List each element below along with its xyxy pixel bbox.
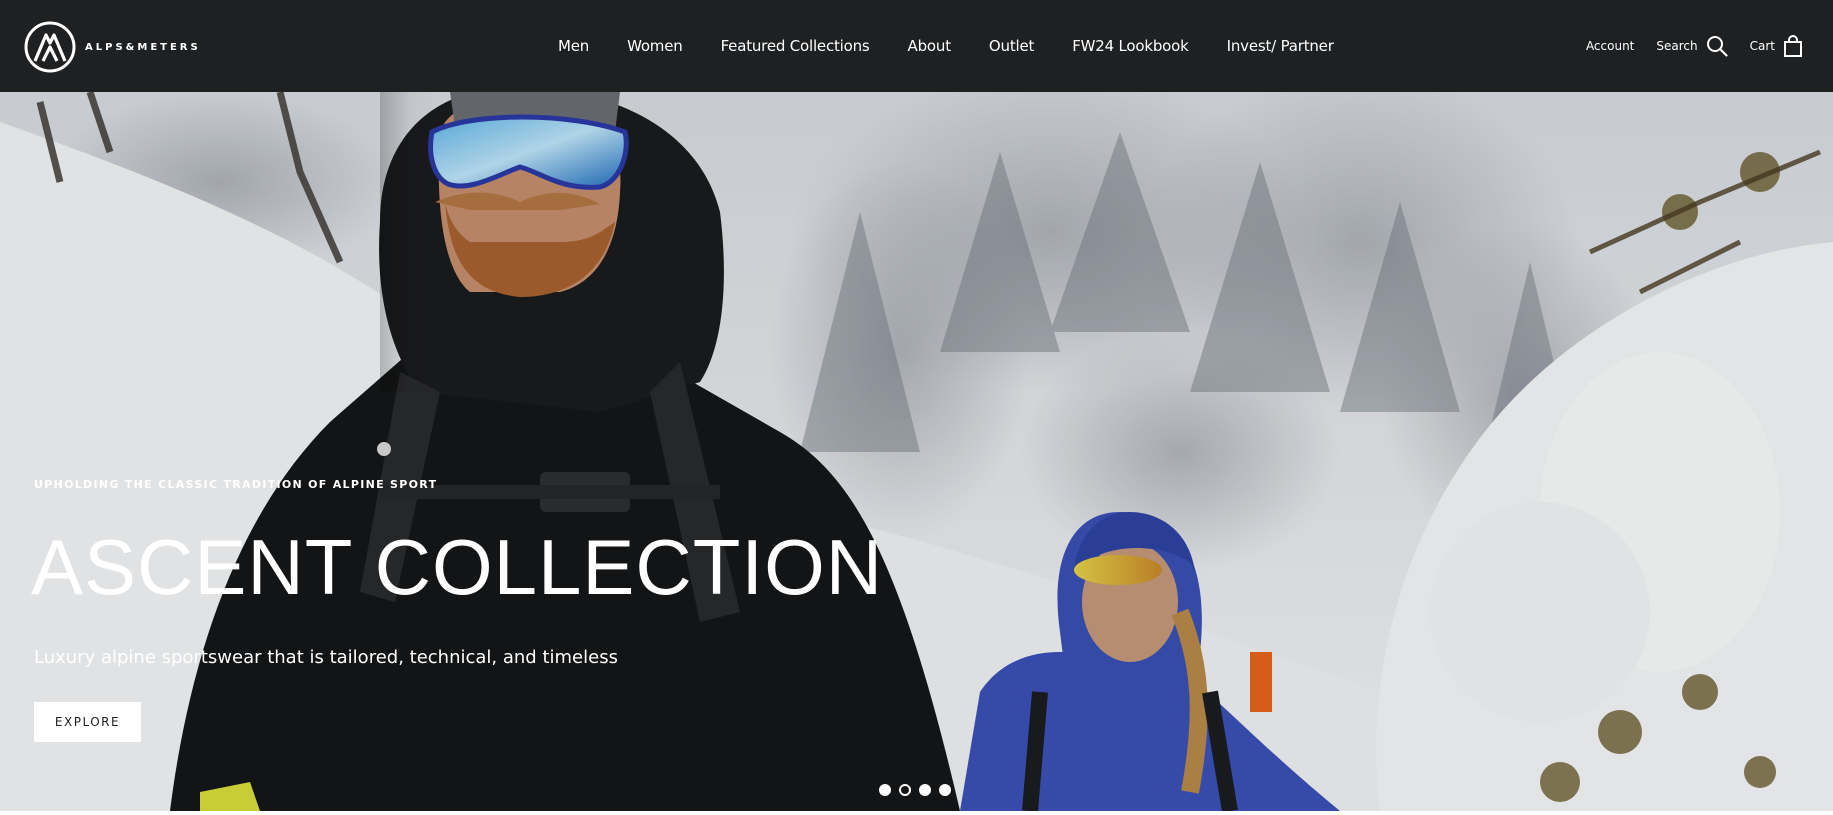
slide-dot-4[interactable] <box>939 784 951 796</box>
nav-item-outlet[interactable]: Outlet <box>989 37 1034 55</box>
nav-item-invest-partner[interactable]: Invest/ Partner <box>1227 37 1334 55</box>
account-link[interactable]: Account <box>1586 39 1634 53</box>
explore-button[interactable]: EXPLORE <box>34 702 141 742</box>
nav-item-featured-collections[interactable]: Featured Collections <box>721 37 870 55</box>
hero-headline: ASCENT COLLECTION <box>31 523 884 611</box>
search-button[interactable]: Search <box>1656 35 1728 57</box>
search-label: Search <box>1656 39 1698 53</box>
site-header: ALPS&METERS Men Women Featured Collectio… <box>0 0 1833 92</box>
brand-wordmark: ALPS&METERS <box>85 41 201 53</box>
nav-item-fw24-lookbook[interactable]: FW24 Lookbook <box>1072 37 1189 55</box>
search-icon <box>1706 36 1728 57</box>
hero-subheading: Luxury alpine sportswear that is tailore… <box>34 647 618 668</box>
account-label: Account <box>1585 39 1635 53</box>
slide-dot-3[interactable] <box>919 784 931 796</box>
nav-item-about[interactable]: About <box>908 37 952 55</box>
header-utilities: Account Search Cart <box>1586 0 1803 92</box>
nav-item-women[interactable]: Women <box>627 37 683 55</box>
mountain-logo-icon <box>24 21 76 73</box>
slideshow-pagination <box>879 784 959 796</box>
hero-slideshow: UPHOLDING THE CLASSIC TRADITION OF ALPIN… <box>0 92 1833 811</box>
slide-dot-1[interactable] <box>879 784 891 796</box>
brand-logo[interactable]: ALPS&METERS <box>24 21 201 73</box>
cart-button[interactable]: Cart <box>1750 34 1803 58</box>
hero-background-image <box>0 92 1833 811</box>
hero-eyebrow: UPHOLDING THE CLASSIC TRADITION OF ALPIN… <box>34 478 438 491</box>
main-nav: Men Women Featured Collections About Out… <box>538 0 1353 92</box>
slide-dot-2-active[interactable] <box>899 784 911 796</box>
nav-item-men[interactable]: Men <box>558 37 589 55</box>
page-bottom-edge <box>0 811 1833 815</box>
shopping-bag-icon <box>1784 35 1802 57</box>
cart-label: Cart <box>1749 39 1775 53</box>
